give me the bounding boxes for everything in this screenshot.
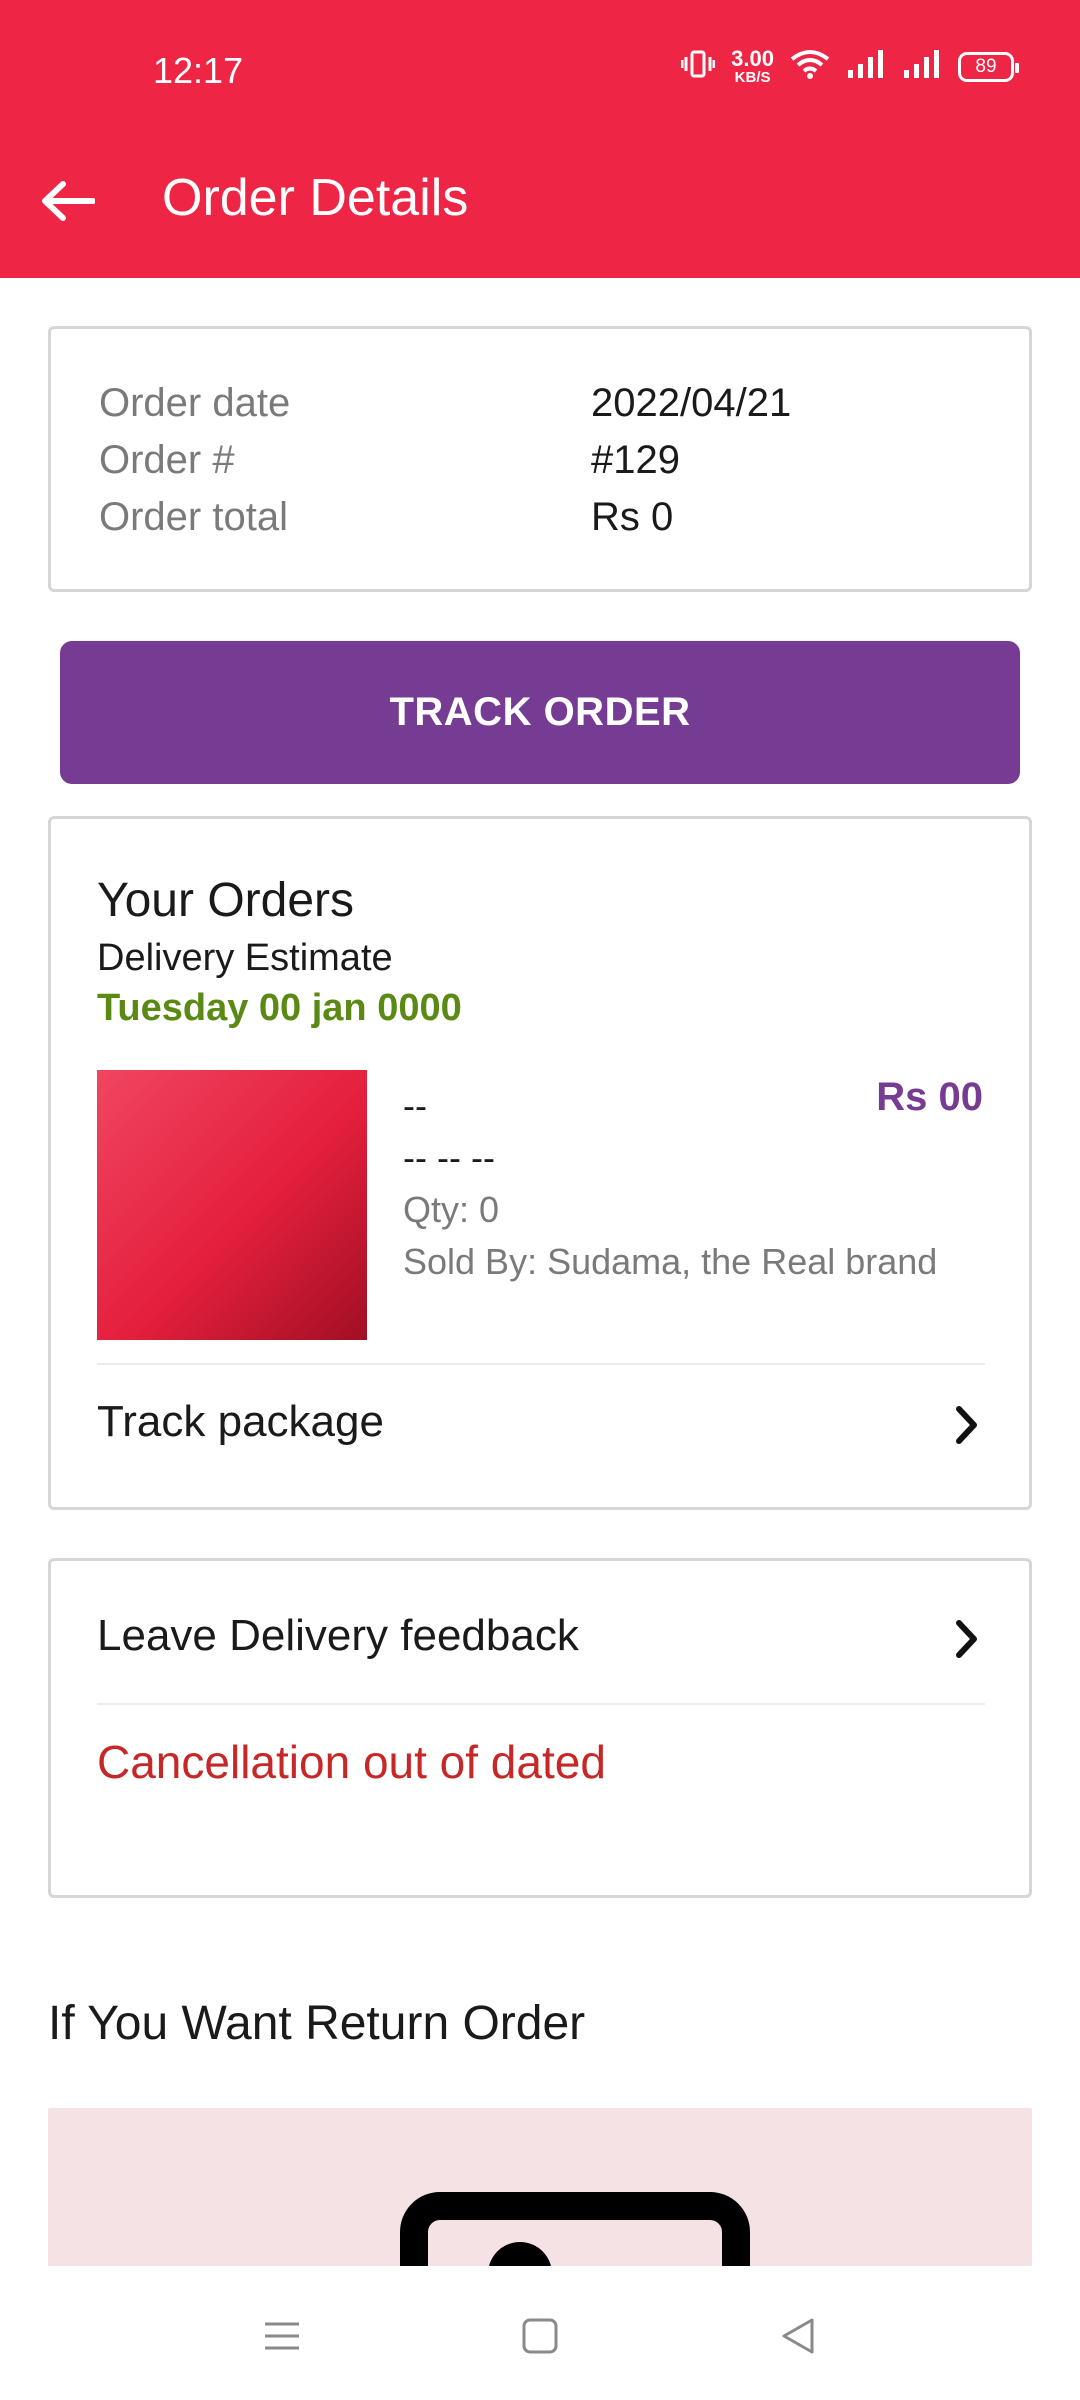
signal-icon [846, 48, 886, 85]
return-order-banner[interactable] [48, 2108, 1032, 2266]
return-illustration-icon [400, 2192, 750, 2266]
status-bar: 12:17 3.00 KB/S 89 [0, 0, 1080, 140]
order-date-label: Order date [99, 381, 291, 425]
track-package-label: Track package [97, 1397, 384, 1446]
chevron-right-icon [949, 1615, 985, 1663]
track-order-button[interactable]: TRACK ORDER [60, 641, 1020, 784]
order-total-value: Rs 0 [591, 495, 674, 539]
product-image[interactable] [97, 1070, 367, 1340]
menu-icon [265, 2322, 299, 2350]
page-title: Order Details [162, 169, 469, 227]
delivery-estimate-date: Tuesday 00 jan 0000 [97, 987, 462, 1029]
order-total-row: Order total Rs 0 [99, 495, 673, 540]
order-number-value: #129 [591, 438, 680, 482]
arrow-left-icon [42, 181, 95, 221]
order-number-row: Order # #129 [99, 438, 680, 483]
divider [97, 1363, 985, 1365]
order-date-row: Order date 2022/04/21 [99, 381, 791, 426]
leave-feedback-label: Leave Delivery feedback [97, 1611, 579, 1660]
product-seller: Sold By: Sudama, the Real brand [403, 1241, 938, 1282]
wifi-icon [790, 48, 830, 85]
net-speed: 3.00 KB/S [731, 46, 774, 86]
delivery-estimate-label: Delivery Estimate [97, 937, 393, 979]
divider [97, 1703, 985, 1705]
net-speed-value: 3.00 [731, 46, 774, 71]
menu-button[interactable] [252, 2306, 312, 2366]
battery-icon: 89 [958, 51, 1019, 82]
return-order-title: If You Want Return Order [48, 1997, 586, 2050]
leave-feedback-row[interactable]: Leave Delivery feedback [97, 1611, 985, 1681]
order-date-value: 2022/04/21 [591, 381, 792, 425]
status-time: 12:17 [153, 50, 244, 91]
signal-icon [902, 48, 942, 85]
product-qty: Qty: 0 [403, 1189, 500, 1230]
app-bar: Order Details [0, 140, 1080, 278]
your-orders-card: Your Orders Delivery Estimate Tuesday 00… [48, 816, 1032, 1510]
orders-title: Your Orders [97, 874, 355, 927]
navigation-bar [0, 2266, 1080, 2400]
track-package-row[interactable]: Track package [97, 1397, 985, 1467]
product-variant: -- -- -- [403, 1137, 495, 1178]
product-price: Rs 00 [876, 1075, 983, 1119]
feedback-card: Leave Delivery feedback Cancellation out… [48, 1558, 1032, 1898]
order-number-label: Order # [99, 438, 235, 482]
product-name: -- [403, 1085, 427, 1126]
cancellation-status: Cancellation out of dated [97, 1736, 606, 1788]
nav-back-button[interactable] [768, 2306, 828, 2366]
chevron-right-icon [949, 1401, 985, 1449]
status-icons: 3.00 KB/S 89 [680, 46, 1019, 86]
back-triangle-icon [782, 2318, 814, 2354]
order-summary-card: Order date 2022/04/21 Order # #129 Order… [48, 326, 1032, 592]
home-button[interactable] [510, 2306, 570, 2366]
order-total-label: Order total [99, 495, 288, 539]
back-button[interactable] [36, 170, 98, 232]
net-speed-unit: KB/S [734, 69, 771, 86]
vibrate-icon [680, 48, 716, 85]
home-square-icon [522, 2318, 558, 2354]
